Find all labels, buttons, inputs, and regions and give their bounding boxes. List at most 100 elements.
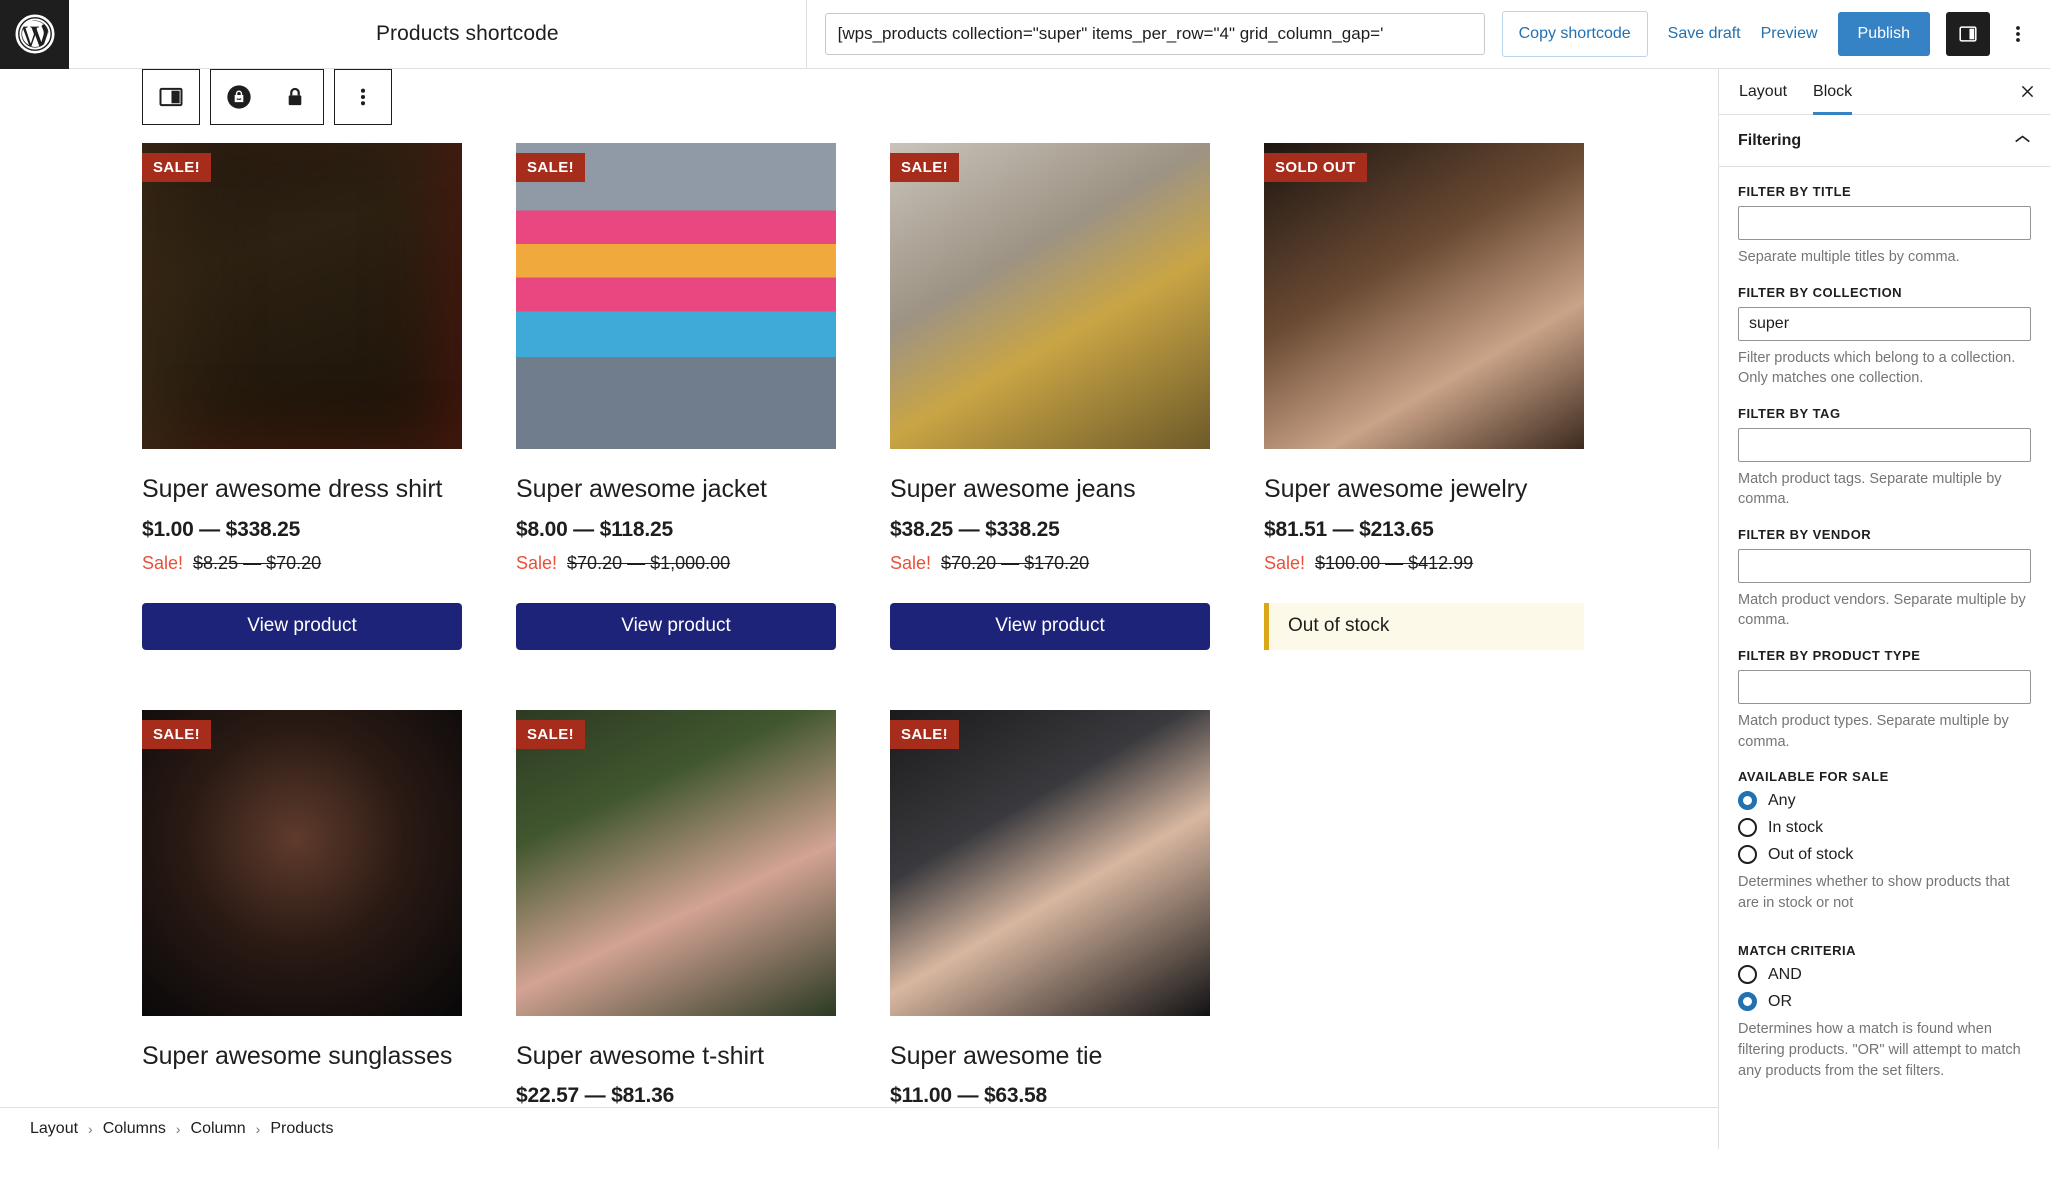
available-for-sale-option[interactable]: Out of stock [1738, 845, 2031, 865]
field-label: Filter by tag [1738, 405, 1841, 421]
breadcrumb-separator: › [175, 1120, 181, 1137]
match-criteria-option[interactable]: OR [1738, 992, 2031, 1012]
top-bar-actions: Copy shortcode Save draft Preview Publis… [805, 0, 2050, 69]
lock-icon[interactable] [267, 70, 323, 124]
radio-button-icon[interactable] [1738, 845, 1757, 865]
breadcrumb: Layout › Columns › Column › Products [0, 1107, 1718, 1149]
product-price: $22.57 — $81.36 [516, 1084, 675, 1107]
match-criteria-help: Determines how a match is found when fil… [1738, 1021, 2021, 1079]
products-grid: SALE! Super awesome dress shirt $1.00 — $3… [142, 143, 1592, 1108]
product-sale-price: Sale! $8.25 — $70.20 [142, 553, 462, 574]
product-price: $1.00 — $338.25 [142, 517, 301, 541]
breadcrumb-item[interactable]: Products [262, 1120, 341, 1138]
field-help: Match product tags. Separate multiple by… [1738, 470, 2002, 508]
breadcrumb-item[interactable]: Column [183, 1120, 254, 1138]
block-toolbar [142, 69, 392, 125]
document-title: Products shortcode [375, 22, 559, 45]
columns-block-icon[interactable] [143, 70, 199, 124]
field-input[interactable] [1738, 206, 2031, 240]
close-icon[interactable] [2004, 69, 2050, 114]
sale-old-price: $70.20 — $170.20 [941, 552, 1090, 573]
out-of-stock-notice: Out of stock [1264, 602, 1584, 650]
product-badge: SALE! [516, 719, 585, 749]
field-input[interactable] [1738, 548, 2031, 583]
product-sale-price: Sale! $70.20 — $170.20 [890, 553, 1210, 574]
radio-button-icon[interactable] [1738, 818, 1757, 838]
wordpress-logo-icon[interactable] [0, 0, 69, 69]
tab-block[interactable]: Block [1800, 69, 1865, 115]
product-title[interactable]: Super awesome sunglasses [142, 1042, 462, 1072]
match-criteria-option[interactable]: AND [1738, 965, 2031, 985]
product-image[interactable]: SALE! [516, 709, 836, 1016]
product-title[interactable]: Super awesome t-shirt [516, 1042, 836, 1072]
editor-canvas: SALE! Super awesome dress shirt $1.00 — $3… [0, 69, 1718, 1149]
product-card: SALE! Super awesome dress shirt $1.00 — $3… [142, 143, 462, 650]
shortcode-input[interactable] [824, 13, 1485, 55]
product-image[interactable]: SOLD OUT [1264, 143, 1584, 449]
radio-label: OR [1768, 992, 1792, 1010]
filtering-panel-header[interactable]: Filtering [1719, 115, 2050, 167]
sale-label: Sale! [1264, 552, 1306, 573]
product-image[interactable]: SALE! [142, 143, 462, 449]
preview-button[interactable]: Preview [1761, 25, 1818, 43]
shopping-bag-icon[interactable] [211, 70, 267, 124]
sale-label: Sale! [516, 552, 558, 573]
three-dots-vertical-icon[interactable] [2000, 12, 2036, 56]
field-input[interactable] [1738, 427, 2031, 462]
sale-label: Sale! [142, 552, 184, 573]
radio-button-icon[interactable] [1738, 992, 1757, 1012]
three-dots-vertical-icon[interactable] [335, 70, 391, 124]
breadcrumb-separator: › [255, 1120, 261, 1137]
product-price: $11.00 — $63.58 [890, 1084, 1047, 1107]
available-for-sale-help: Determines whether to show products that… [1738, 874, 2010, 911]
field-help: Match product types. Separate multiple b… [1738, 713, 2009, 750]
product-title[interactable]: Super awesome dress shirt [142, 475, 462, 505]
field-label: Filter by product type [1738, 648, 1921, 664]
radio-label: AND [1768, 965, 1802, 983]
filter-field: Filter by title Separate multiple titles … [1738, 184, 2031, 268]
breadcrumb-separator: › [88, 1120, 93, 1137]
product-image[interactable]: SALE! [890, 709, 1210, 1016]
radio-label: In stock [1768, 818, 1824, 836]
available-for-sale-group: Available for sale Any In stock Out of stoc… [1738, 769, 2031, 913]
filtering-panel-title: Filtering [1738, 131, 1802, 149]
product-badge: SALE! [142, 719, 211, 749]
save-draft-button[interactable]: Save draft [1668, 25, 1741, 43]
available-for-sale-option[interactable]: Any [1738, 791, 2031, 811]
block-settings-sidebar: Layout Block Filtering Filter by title Se… [1718, 69, 2050, 1149]
editor-top-bar: Products shortcode Copy shortcode Save d… [0, 0, 2050, 69]
publish-button[interactable]: Publish [1837, 12, 1930, 56]
tab-layout[interactable]: Layout [1726, 69, 1800, 114]
product-image[interactable]: SALE! [890, 143, 1210, 449]
radio-button-icon[interactable] [1738, 965, 1757, 985]
field-input[interactable] [1738, 670, 2031, 705]
filter-field: Filter by vendor Match product vendors. S… [1738, 527, 2031, 631]
product-price: $38.25 — $338.25 [890, 517, 1060, 541]
view-product-button[interactable]: View product [516, 602, 836, 650]
match-criteria-label: Match criteria [1738, 943, 1856, 959]
product-title[interactable]: Super awesome jacket [516, 475, 836, 505]
field-input[interactable] [1738, 306, 2031, 341]
sidebar-toggle-icon[interactable] [1946, 12, 1990, 56]
view-product-button[interactable]: View product [890, 602, 1210, 650]
product-title[interactable]: Super awesome jewelry [1264, 475, 1584, 505]
product-title[interactable]: Super awesome tie [890, 1042, 1210, 1072]
available-for-sale-option[interactable]: In stock [1738, 818, 2031, 838]
product-title[interactable]: Super awesome jeans [890, 475, 1210, 505]
radio-label: Any [1768, 791, 1796, 809]
chevron-up-icon [2014, 132, 2031, 150]
product-card: SALE! Super awesome jacket $8.00 — $118.25… [516, 143, 836, 650]
product-price: $81.51 — $213.65 [1264, 517, 1434, 541]
radio-button-icon[interactable] [1738, 791, 1757, 811]
copy-shortcode-button[interactable]: Copy shortcode [1501, 11, 1648, 57]
breadcrumb-item[interactable]: Layout [22, 1120, 86, 1138]
field-label: Filter by vendor [1738, 526, 1872, 542]
product-badge: SOLD OUT [1264, 153, 1367, 182]
product-image[interactable]: SALE! [516, 143, 836, 449]
match-criteria-group: Match criteria AND OR Determines how a matc… [1738, 943, 2031, 1081]
breadcrumb-item[interactable]: Columns [95, 1120, 174, 1138]
filter-field: Filter by collection Filter products whic… [1738, 285, 2031, 389]
product-card: SOLD OUT Super awesome jewelry $81.51 — $2… [1264, 143, 1584, 650]
product-image[interactable]: SALE! [142, 709, 462, 1016]
view-product-button[interactable]: View product [142, 602, 462, 650]
